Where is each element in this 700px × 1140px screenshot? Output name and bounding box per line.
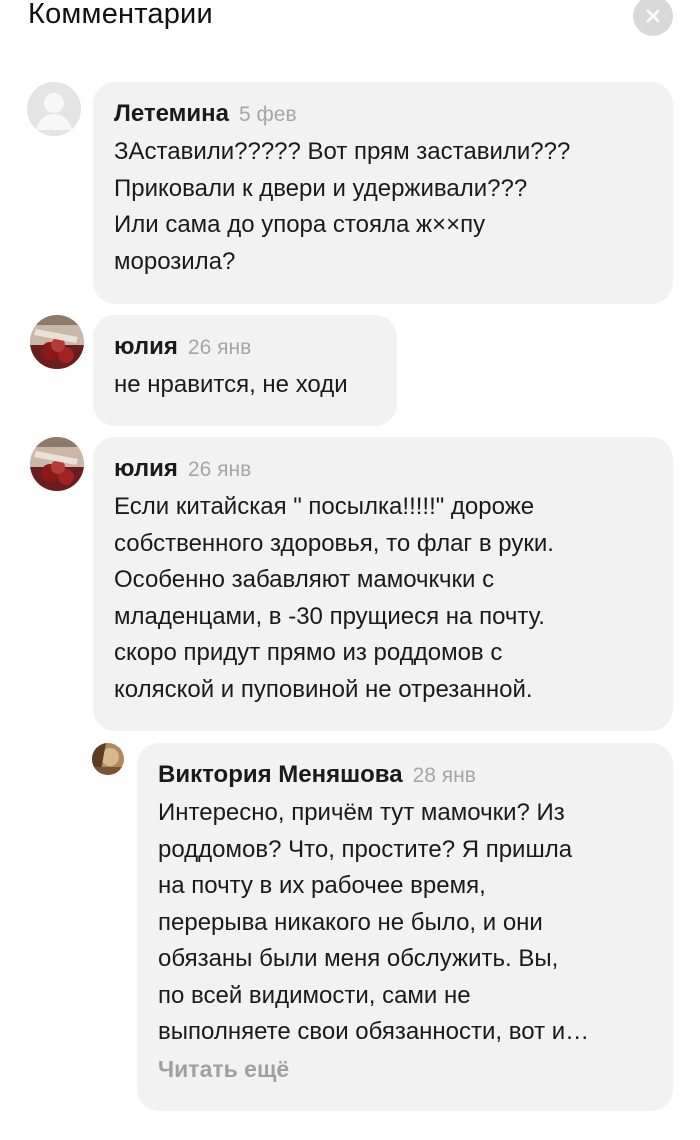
comment-date: 5 фев (239, 103, 297, 126)
comment-text: не нравится, не ходи (114, 371, 348, 398)
comment-text: ЗАставили????? Вот прям заставили??? При… (114, 138, 571, 275)
comment-date: 26 янв (187, 458, 252, 481)
read-more-link[interactable]: Читать ещё (158, 1051, 653, 1087)
user-photo-icon (30, 315, 84, 369)
user-photo-icon (30, 437, 84, 491)
comment-author[interactable]: Летемина (114, 96, 229, 132)
avatar[interactable] (92, 743, 124, 775)
avatar[interactable] (30, 437, 84, 491)
comment-text: Если китайская " посылка!!!!!" дороже со… (114, 493, 554, 703)
comment-text: Интересно, причём тут мамочки? Из роддом… (158, 799, 590, 1045)
default-avatar-icon (27, 82, 81, 136)
comment-author[interactable]: юлия (114, 451, 178, 487)
user-photo-icon (92, 743, 124, 775)
comment-bubble: Виктория Меняшова 28 янв Интересно, прич… (137, 743, 673, 1111)
comment-author[interactable]: Виктория Меняшова (158, 757, 403, 793)
avatar[interactable] (30, 315, 84, 369)
comment-author[interactable]: юлия (114, 329, 178, 365)
close-icon (646, 9, 660, 23)
page-title: Комментарии (28, 0, 213, 30)
comment-bubble: юлия 26 янв не нравится, не ходи (93, 315, 397, 426)
comment-bubble: Летемина 5 фев ЗАставили????? Вот прям з… (93, 82, 673, 304)
comment-bubble: юлия 26 янв Если китайская " посылка!!!!… (93, 437, 673, 731)
comment-date: 28 янв (412, 764, 476, 787)
avatar[interactable] (27, 82, 81, 136)
close-button[interactable] (633, 0, 673, 36)
comment-date: 26 янв (187, 336, 252, 359)
